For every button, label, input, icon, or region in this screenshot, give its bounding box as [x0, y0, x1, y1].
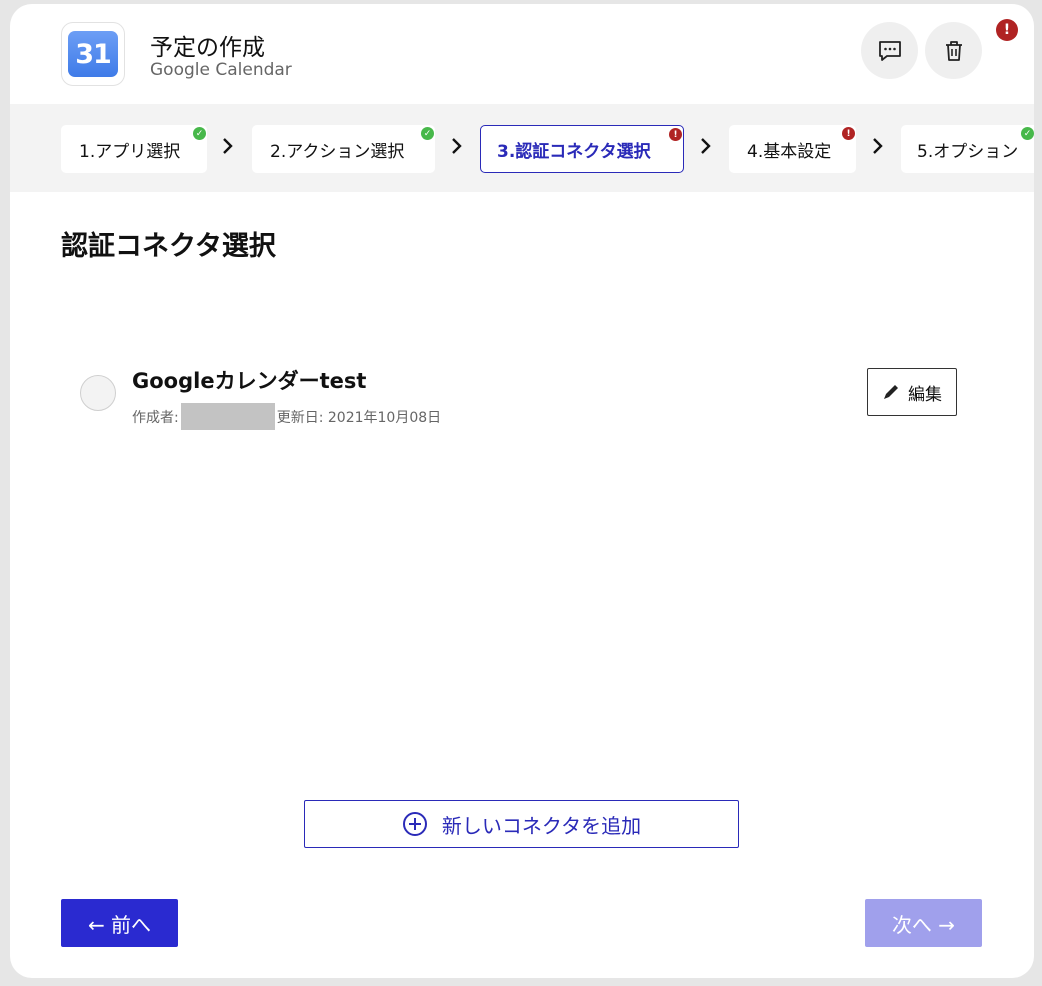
step-label: 5.オプション [917, 141, 1019, 162]
delete-button[interactable] [925, 22, 982, 79]
plus-circle-icon [402, 812, 427, 836]
chevron-right-icon [873, 138, 883, 154]
section-title: 認証コネクタ選択 [61, 231, 276, 262]
step-app-select[interactable]: 1.アプリ選択 ✓ [61, 125, 207, 173]
calendar-icon: 31 [68, 31, 118, 77]
previous-button[interactable]: ← 前へ [61, 899, 178, 947]
warning-icon: ! [842, 127, 855, 140]
step-options[interactable]: 5.オプション ✓ [901, 125, 1034, 173]
step-label: 4.基本設定 [747, 141, 832, 162]
step-label: 1.アプリ選択 [79, 141, 181, 162]
step-label: 3.認証コネクタ選択 [497, 141, 651, 162]
updated-date: 更新日: 2021年10月08日 [276, 409, 442, 426]
step-connector-select[interactable]: 3.認証コネクタ選択 ! [480, 125, 684, 173]
check-icon: ✓ [1021, 127, 1034, 140]
edit-label: 編集 [908, 384, 942, 405]
app-name: Google Calendar [150, 60, 292, 80]
pencil-icon [884, 385, 898, 399]
add-connector-button[interactable]: 新しいコネクタを追加 [304, 800, 739, 848]
author-label: 作成者: [132, 409, 179, 426]
connector-name: Googleカレンダーtest [132, 369, 367, 393]
add-connector-label: 新しいコネクタを追加 [441, 813, 642, 838]
error-alert-icon: ! [996, 19, 1018, 41]
chevron-right-icon [701, 138, 711, 154]
redacted-author [180, 403, 275, 430]
check-icon: ✓ [421, 127, 434, 140]
step-basic-settings[interactable]: 4.基本設定 ! [729, 125, 856, 173]
step-label: 2.アクション選択 [270, 141, 405, 162]
connector-radio[interactable] [80, 375, 116, 411]
warning-icon: ! [669, 128, 682, 141]
edit-connector-button[interactable]: 編集 [867, 368, 957, 416]
chat-bubble-icon [878, 40, 901, 61]
next-button[interactable]: 次へ → [865, 899, 982, 947]
check-icon: ✓ [193, 127, 206, 140]
step-action-select[interactable]: 2.アクション選択 ✓ [252, 125, 435, 173]
chevron-right-icon [223, 138, 233, 154]
connector-meta: 作成者: 更新日: 2021年10月08日 [132, 403, 441, 430]
dialog-card: 31 予定の作成 Google Calendar ! 1.アプリ選択 ✓ 2.ア… [10, 4, 1034, 978]
page-title: 予定の作成 [150, 35, 265, 61]
comment-button[interactable] [861, 22, 918, 79]
chevron-right-icon [452, 138, 462, 154]
step-navigation: 1.アプリ選択 ✓ 2.アクション選択 ✓ 3.認証コネクタ選択 ! 4.基本設… [10, 104, 1034, 192]
google-calendar-app-icon: 31 [61, 22, 125, 86]
trash-icon [945, 40, 962, 61]
